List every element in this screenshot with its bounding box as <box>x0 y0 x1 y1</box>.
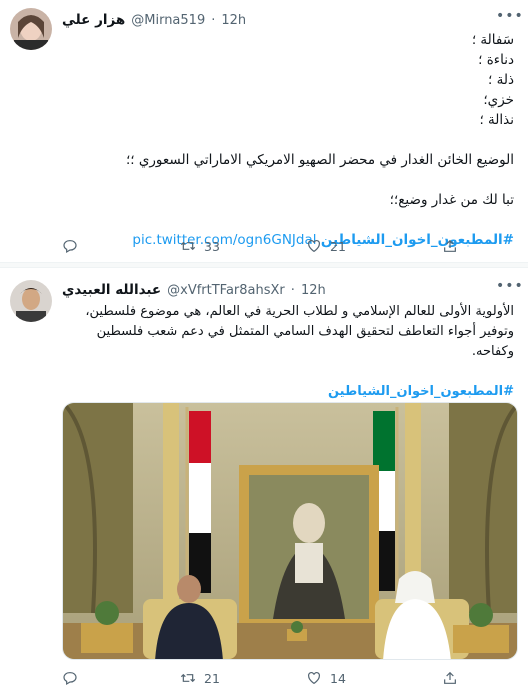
retweet-count: 33 <box>204 238 220 254</box>
reply-icon <box>63 240 77 254</box>
text-line: الوضيع الخائن الغدار في محضر الصهيو الام… <box>125 152 514 168</box>
timestamp[interactable]: 12h <box>301 283 326 298</box>
separator-dot: · <box>290 282 295 298</box>
reply-icon <box>63 672 77 686</box>
text-line: تبا لك من غدار وضيع؛؛ <box>389 192 514 208</box>
reply-button[interactable] <box>62 670 78 686</box>
tweet-text: سَفالة ؛ دناءة ؛ ذلة ؛ خزي؛ نذالة ؛ الوض… <box>62 30 514 250</box>
tweet[interactable]: هزار علي @Mirna519 · 12h ••• سَفالة ؛ دن… <box>0 0 528 262</box>
action-bar: 21 14 <box>62 670 498 690</box>
like-count: 14 <box>330 670 346 686</box>
hashtag[interactable]: #المطبعون_اخوان_الشياطين <box>328 384 514 399</box>
user-handle[interactable]: @Mirna519 <box>131 13 205 28</box>
share-button[interactable] <box>442 670 458 686</box>
share-icon <box>444 671 456 684</box>
action-bar: 33 21 <box>62 238 498 258</box>
text-line: سَفالة ؛ <box>471 32 514 48</box>
text-line: وتوفير أجواء التعاطف لتحقيق الهدف السامي… <box>96 324 514 339</box>
tweet[interactable]: عبدالله العبيدي @xVfrtTFar8ahsXr · 12h •… <box>0 268 528 692</box>
retweet-icon <box>180 241 196 251</box>
more-icon[interactable]: ••• <box>496 279 523 296</box>
like-icon <box>308 671 320 685</box>
like-button[interactable]: 21 <box>306 238 346 254</box>
tweet-header: عبدالله العبيدي @xVfrtTFar8ahsXr · 12h <box>62 280 498 300</box>
tweet-photo[interactable] <box>62 402 518 660</box>
text-line: خزي؛ <box>483 92 514 108</box>
display-name[interactable]: هزار علي <box>62 12 125 28</box>
more-icon[interactable]: ••• <box>496 9 523 26</box>
text-line: دناءة ؛ <box>478 52 514 68</box>
text-line: وكفاحه. <box>471 344 514 359</box>
like-button[interactable]: 14 <box>306 670 346 686</box>
tweet-text: الأولوية الأولى للعالم الإسلامي و لطلاب … <box>62 302 514 402</box>
display-name[interactable]: عبدالله العبيدي <box>62 282 161 298</box>
retweet-count: 21 <box>204 670 220 686</box>
tweet-header: هزار علي @Mirna519 · 12h <box>62 10 498 30</box>
avatar[interactable] <box>10 8 52 50</box>
like-count: 21 <box>330 238 346 254</box>
text-line: الأولوية الأولى للعالم الإسلامي و لطلاب … <box>85 304 514 319</box>
share-icon <box>444 239 456 252</box>
hashtag-line: #المطبعون_اخوان_الشياطين <box>62 382 514 402</box>
timestamp[interactable]: 12h <box>221 13 246 28</box>
user-handle[interactable]: @xVfrtTFar8ahsXr <box>167 283 285 298</box>
share-button[interactable] <box>442 238 458 254</box>
text-line: نذالة ؛ <box>479 112 514 128</box>
retweet-icon <box>180 673 196 683</box>
text-line: ذلة ؛ <box>488 72 514 88</box>
reply-button[interactable] <box>62 238 78 254</box>
like-icon <box>308 239 320 253</box>
retweet-button[interactable]: 21 <box>180 670 220 686</box>
avatar[interactable] <box>10 280 52 322</box>
retweet-button[interactable]: 33 <box>180 238 220 254</box>
separator-dot: · <box>211 12 216 28</box>
